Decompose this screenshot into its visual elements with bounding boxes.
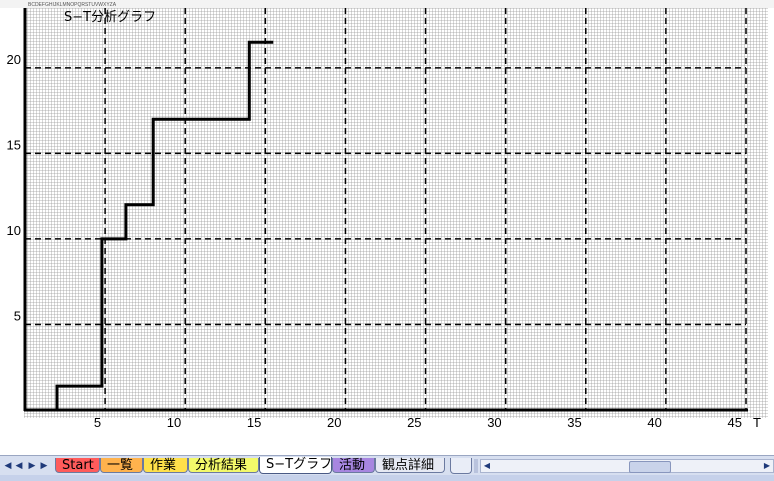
next-sheet-icon[interactable]: ▶	[27, 460, 37, 472]
sheet-tab-bar: ◀ ◀ ▶ ▶ Start 一覧 作業 分析結果 S−Tグラフ 活動 観点詳細 …	[0, 455, 774, 481]
y-tick-label: 5	[14, 308, 21, 323]
scroll-thumb[interactable]	[629, 461, 671, 473]
chart-title: S−T分析グラフ	[64, 10, 156, 25]
spreadsheet-area[interactable]: BCDEFGHIJKLMNOPQRSTUVWXYZA 5 10 15 20 25 30 35…	[0, 0, 774, 455]
tab-activity[interactable]: 活動	[332, 458, 375, 473]
y-tick-label: 10	[7, 223, 21, 238]
tab-analysis-result[interactable]: 分析結果	[188, 458, 259, 473]
first-sheet-icon[interactable]: ◀	[3, 460, 13, 472]
scroll-left-icon[interactable]: ◀	[481, 460, 493, 472]
status-bar	[0, 475, 774, 481]
cell-grid[interactable]	[24, 8, 774, 418]
x-axis-label: T	[753, 415, 761, 430]
y-tick-label: 20	[7, 52, 21, 67]
prev-sheet-icon[interactable]: ◀	[14, 460, 24, 472]
st-analysis-chart: BCDEFGHIJKLMNOPQRSTUVWXYZA 5 10 15 20 25 30 35…	[0, 0, 774, 455]
x-tick-label: 40	[647, 415, 661, 430]
y-tick-label: 15	[7, 137, 21, 152]
tab-viewpoint-detail[interactable]: 観点詳細	[375, 458, 445, 473]
tab-split-handle[interactable]	[474, 459, 478, 473]
last-sheet-icon[interactable]: ▶	[39, 460, 49, 472]
right-margin	[768, 8, 774, 455]
tab-work[interactable]: 作業	[143, 458, 188, 473]
formula-bar-text: BCDEFGHIJKLMNOPQRSTUVWXYZA	[28, 2, 117, 8]
scroll-right-icon[interactable]: ▶	[761, 460, 773, 472]
horizontal-scrollbar[interactable]: ◀ ▶	[480, 459, 774, 473]
x-tick-label: 10	[167, 415, 181, 430]
insert-sheet-icon[interactable]	[450, 458, 472, 474]
x-tick-label: 35	[567, 415, 581, 430]
x-tick-label: 45	[728, 415, 742, 430]
column-header-strip	[0, 0, 774, 8]
x-tick-label: 5	[94, 415, 101, 430]
x-tick-label: 15	[247, 415, 261, 430]
tab-list[interactable]: 一覧	[100, 458, 143, 473]
x-tick-label: 30	[487, 415, 501, 430]
tab-start[interactable]: Start	[55, 458, 100, 473]
x-tick-label: 25	[407, 415, 421, 430]
tab-st-graph[interactable]: S−Tグラフ	[259, 457, 332, 474]
x-tick-label: 20	[327, 415, 341, 430]
